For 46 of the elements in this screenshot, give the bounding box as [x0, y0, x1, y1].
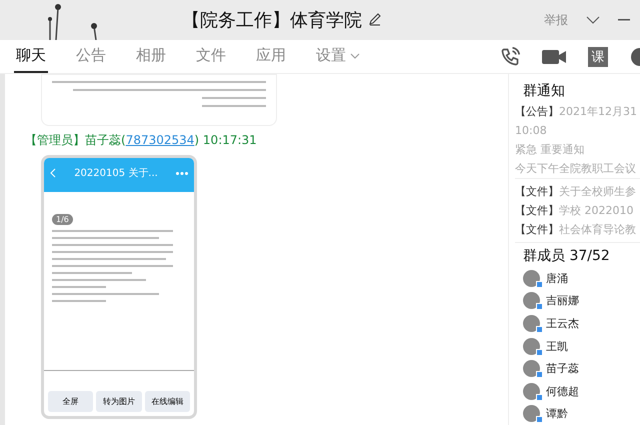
- tab[interactable]: 设置: [314, 40, 362, 73]
- members-title: 群成员 37/52: [522, 247, 611, 265]
- phone-action-button[interactable]: 在线编辑: [144, 391, 190, 412]
- minimize-icon[interactable]: [618, 19, 630, 21]
- qq-link[interactable]: 787302534: [126, 133, 194, 147]
- edit-icon[interactable]: [368, 12, 382, 26]
- avatar[interactable]: [523, 382, 540, 400]
- avatar[interactable]: [523, 360, 540, 378]
- member-name[interactable]: 何德超: [546, 384, 579, 399]
- window-title: 【院务工作】体育学院: [182, 8, 382, 32]
- chevron-down-icon[interactable]: [586, 16, 600, 24]
- video-call-icon[interactable]: [542, 48, 566, 64]
- more-icon: [176, 172, 188, 174]
- file-link[interactable]: 【文件】关于全校师生参: [515, 182, 640, 201]
- phone-action-button[interactable]: 全屏: [48, 391, 94, 412]
- file-link[interactable]: 【文件】社会体育导论教: [515, 220, 640, 239]
- phone-title: 20220105 关于...: [73, 166, 159, 180]
- notice-title: 群通知: [522, 82, 566, 100]
- avatar[interactable]: [523, 314, 540, 332]
- dandelion-drawing: [46, 4, 98, 40]
- notice-subject: 紧急 重要通知: [515, 142, 586, 158]
- tab[interactable]: 应用: [254, 40, 288, 73]
- avatar[interactable]: [523, 338, 540, 355]
- document-image[interactable]: [41, 74, 277, 126]
- member-name[interactable]: 王凯: [546, 338, 568, 354]
- file-link[interactable]: 【文件】学校 2022010: [515, 201, 640, 220]
- notice-time: 10:08: [515, 123, 548, 139]
- avatar[interactable]: [523, 270, 540, 287]
- back-icon: [50, 168, 56, 178]
- member-name[interactable]: 吉丽娜: [546, 293, 579, 308]
- tab[interactable]: 文件: [194, 40, 228, 73]
- member-name[interactable]: 唐涌: [546, 270, 568, 286]
- page-counter: 1/6: [52, 214, 73, 225]
- phone-call-icon[interactable]: [500, 46, 520, 66]
- phone-action-button[interactable]: 转为图片: [96, 391, 142, 412]
- avatar[interactable]: [523, 292, 540, 310]
- message-sender: 【管理员】苗子蕊(787302534) 10:17:31: [25, 132, 258, 149]
- course-button[interactable]: 课: [588, 46, 608, 66]
- member-name[interactable]: 王云杰: [546, 316, 579, 331]
- phone-screenshot[interactable]: 20220105 关于... 1/6 全屏 转为图片 在线编辑: [41, 155, 197, 419]
- member-name[interactable]: 谭黔: [546, 406, 568, 422]
- tab[interactable]: 相册: [134, 40, 168, 73]
- notice-date: 【公告】2021年12月31: [515, 104, 638, 120]
- member-name[interactable]: 苗子蕊: [546, 361, 579, 376]
- avatar[interactable]: [523, 405, 540, 422]
- tab[interactable]: 公告: [74, 40, 108, 73]
